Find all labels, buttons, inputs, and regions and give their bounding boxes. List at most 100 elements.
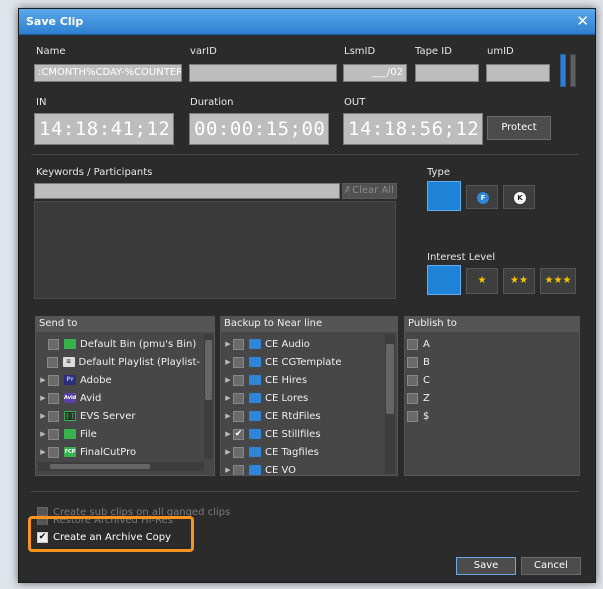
- checkbox[interactable]: [233, 338, 244, 350]
- list-item[interactable]: ▶ CE CGTemplate: [223, 353, 383, 371]
- list-item[interactable]: ▶ CE RtdFiles: [223, 407, 383, 425]
- backup-list: ▶ CE Audio ▶ CE CGTemplate ▶ CE Hires ▶ CE L…: [220, 331, 398, 476]
- avid-icon: Avid: [64, 393, 77, 403]
- umid-field[interactable]: [486, 64, 550, 82]
- checkbox-checked[interactable]: ✔: [233, 428, 244, 440]
- scrollbar-thumb[interactable]: [50, 464, 150, 469]
- list-item[interactable]: ≡ Default Playlist (Playlist-: [38, 353, 200, 371]
- checkbox[interactable]: [407, 410, 418, 422]
- checkbox[interactable]: [407, 338, 418, 350]
- expand-arrow-icon[interactable]: ▶: [38, 448, 48, 456]
- checkbox[interactable]: [48, 374, 59, 386]
- varid-field[interactable]: [189, 64, 337, 82]
- cancel-button[interactable]: Cancel: [521, 557, 581, 575]
- list-item[interactable]: ▶ Avid Avid: [38, 389, 200, 407]
- checkbox[interactable]: [407, 392, 418, 404]
- lsmid-field[interactable]: ___/02: [343, 64, 407, 82]
- scrollbar-thumb[interactable]: [386, 344, 394, 414]
- checkbox[interactable]: [48, 428, 59, 440]
- checkbox[interactable]: [407, 374, 418, 386]
- checkbox[interactable]: [233, 356, 244, 368]
- checkbox[interactable]: [233, 410, 244, 422]
- keywords-list[interactable]: [34, 201, 396, 299]
- expand-arrow-icon[interactable]: ▶: [223, 376, 233, 384]
- protect-button[interactable]: Protect: [487, 116, 551, 140]
- interest-none-button[interactable]: [427, 265, 461, 295]
- expand-arrow-icon[interactable]: ▶: [223, 466, 233, 474]
- scroll-indicator: [560, 54, 566, 87]
- vertical-scrollbar[interactable]: [385, 334, 395, 474]
- vertical-scrollbar[interactable]: [204, 334, 213, 459]
- expand-arrow-icon[interactable]: ▶: [223, 358, 233, 366]
- list-item[interactable]: ▶ FCP FinalCutPro: [38, 443, 200, 461]
- checkbox[interactable]: [46, 356, 58, 368]
- folder-icon: [249, 447, 261, 457]
- out-timecode[interactable]: 14:18:56;12: [343, 113, 483, 145]
- list-item[interactable]: ▶ CE VO: [223, 461, 383, 475]
- publish-header: Publish to: [404, 316, 580, 331]
- list-item[interactable]: Z: [407, 389, 567, 407]
- expand-arrow-icon[interactable]: ▶: [223, 448, 233, 456]
- checkbox-checked[interactable]: ✔: [37, 531, 48, 543]
- checkbox[interactable]: [233, 392, 244, 404]
- expand-arrow-icon[interactable]: ▶: [38, 394, 48, 402]
- checkbox[interactable]: [233, 374, 244, 386]
- interest-1-star-button[interactable]: ★: [466, 268, 498, 294]
- expand-arrow-icon[interactable]: ▶: [223, 430, 233, 438]
- duration-label: Duration: [190, 97, 234, 108]
- in-timecode[interactable]: 14:18:41;12: [34, 113, 174, 145]
- checkbox[interactable]: [233, 464, 244, 475]
- interest-label: Interest Level: [427, 252, 496, 263]
- scrollbar-thumb[interactable]: [205, 340, 212, 400]
- expand-arrow-icon[interactable]: ▶: [38, 412, 48, 420]
- list-item[interactable]: B: [407, 353, 567, 371]
- list-item[interactable]: C: [407, 371, 567, 389]
- send-to-list: Default Bin (pmu's Bin) ≡ Default Playlis…: [35, 331, 215, 476]
- interest-2-star-button[interactable]: ★★: [503, 268, 535, 294]
- dialog-title: Save Clip: [26, 15, 84, 28]
- divider: [31, 154, 579, 155]
- type-f-button[interactable]: F: [466, 185, 498, 209]
- list-item[interactable]: ▶ CE Tagfiles: [223, 443, 383, 461]
- finalcut-icon: FCP: [64, 447, 76, 457]
- keywords-label: Keywords / Participants: [36, 167, 153, 178]
- type-clip-button[interactable]: [427, 181, 461, 211]
- list-item[interactable]: $: [407, 407, 567, 425]
- checkbox[interactable]: [48, 410, 59, 422]
- list-item[interactable]: ▶ CE Audio: [223, 335, 383, 353]
- list-item[interactable]: ▶ CE Lores: [223, 389, 383, 407]
- list-item[interactable]: ▶ ✔ CE Stillfiles: [223, 425, 383, 443]
- publish-list: A B C Z $: [404, 331, 580, 476]
- checkbox[interactable]: [48, 392, 59, 404]
- list-item[interactable]: A: [407, 335, 567, 353]
- folder-icon: [249, 429, 261, 439]
- expand-arrow-icon[interactable]: ▶: [223, 340, 233, 348]
- checkbox[interactable]: [48, 338, 59, 350]
- archive-copy-option[interactable]: ✔ Create an Archive Copy: [37, 528, 171, 546]
- checkbox[interactable]: [48, 446, 59, 458]
- tapeid-field[interactable]: [415, 64, 479, 82]
- close-icon[interactable]: ✕: [576, 13, 589, 29]
- keywords-input[interactable]: [34, 183, 340, 199]
- list-item[interactable]: ▶ CE Hires: [223, 371, 383, 389]
- checkbox[interactable]: [407, 356, 418, 368]
- checkbox[interactable]: [233, 446, 244, 458]
- name-field[interactable]: :CMONTH%CDAY-%COUNTER: [34, 64, 182, 82]
- expand-arrow-icon[interactable]: ▶: [223, 412, 233, 420]
- list-item[interactable]: ▶ [·] EVS Server: [38, 407, 200, 425]
- expand-arrow-icon[interactable]: ▶: [223, 394, 233, 402]
- horizontal-scrollbar[interactable]: [38, 462, 204, 471]
- premiere-icon: Pr: [64, 375, 76, 385]
- duration-timecode[interactable]: 00:00:15;00: [189, 113, 329, 145]
- interest-3-star-button[interactable]: ★★★: [540, 268, 576, 294]
- list-item[interactable]: Default Bin (pmu's Bin): [38, 335, 200, 353]
- type-k-button[interactable]: K: [503, 185, 535, 209]
- clear-all-button[interactable]: Clear All: [349, 183, 397, 199]
- expand-arrow-icon[interactable]: ▶: [38, 430, 48, 438]
- save-button[interactable]: Save: [456, 557, 516, 575]
- list-item[interactable]: ▶ Pr Adobe: [38, 371, 200, 389]
- lsmid-label: LsmID: [344, 46, 376, 57]
- expand-arrow-icon[interactable]: ▶: [38, 376, 48, 384]
- title-bar: Save Clip ✕: [19, 9, 595, 35]
- list-item[interactable]: ▶ File: [38, 425, 200, 443]
